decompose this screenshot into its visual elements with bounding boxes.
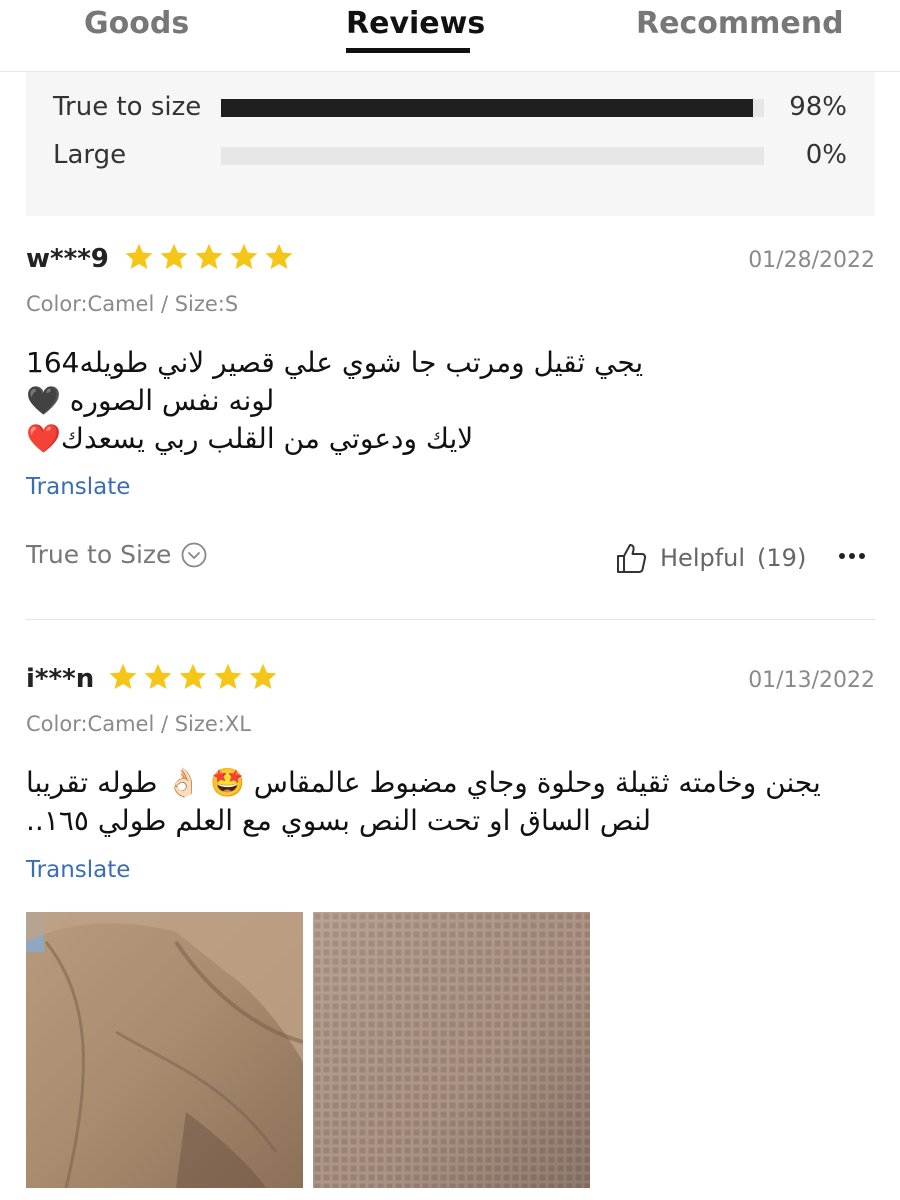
reviewer-name: i***n bbox=[26, 664, 95, 694]
review-photos bbox=[26, 912, 590, 1188]
star-icon bbox=[230, 243, 258, 269]
size-fit-dropdown[interactable]: True to Size bbox=[26, 540, 207, 569]
review-text: يجي ثقيل ومرتب جا شوي علي قصير لاني طويل… bbox=[26, 344, 846, 458]
review-photo[interactable] bbox=[26, 912, 303, 1188]
review-text-line: لنص الساق او تحت النص بسوي مع العلم طولي… bbox=[26, 804, 651, 837]
active-tab-indicator bbox=[346, 48, 470, 53]
review-variant: Color:Camel / Size:S bbox=[26, 292, 239, 316]
garment-photo-image bbox=[26, 912, 303, 1188]
fit-bar-fill bbox=[221, 99, 754, 117]
star-icon bbox=[109, 663, 137, 689]
helpful-button[interactable]: Helpful (19) bbox=[614, 538, 806, 578]
review-text-line: يجي ثقيل ومرتب جا شوي علي قصير لاني طويل… bbox=[26, 346, 644, 379]
helpful-label: Helpful bbox=[660, 544, 746, 572]
star-icon bbox=[265, 243, 293, 269]
size-fit-label: True to Size bbox=[26, 540, 172, 569]
review-variant: Color:Camel / Size:XL bbox=[26, 712, 251, 736]
reviewer-name: w***9 bbox=[26, 244, 109, 274]
tab-bar: Goods Reviews Recommend bbox=[0, 0, 900, 72]
fit-bar-track bbox=[221, 99, 764, 117]
review-date: 01/13/2022 bbox=[748, 668, 875, 693]
review-date: 01/28/2022 bbox=[748, 248, 875, 273]
review-footer: True to Size Helpful (19) bbox=[26, 538, 875, 578]
more-options-icon[interactable] bbox=[837, 544, 867, 568]
tab-reviews[interactable]: Reviews bbox=[346, 6, 485, 41]
star-icon bbox=[160, 243, 188, 269]
fit-label: Large bbox=[53, 140, 127, 170]
translate-link[interactable]: Translate bbox=[26, 857, 130, 883]
fit-row-large: Large 0% bbox=[26, 136, 875, 176]
review-text-line: لونه نفس الصوره 🖤 bbox=[26, 384, 275, 417]
star-icon bbox=[195, 243, 223, 269]
fit-row-true-to-size: True to size 98% bbox=[26, 88, 875, 128]
star-icon bbox=[214, 663, 242, 689]
tab-goods[interactable]: Goods bbox=[84, 6, 189, 41]
tab-recommend[interactable]: Recommend bbox=[636, 6, 844, 41]
thumbs-up-icon bbox=[617, 544, 647, 573]
review-text-line: يجنن وخامته ثقيلة وحلوة وجاي مضبوط عالمق… bbox=[26, 766, 821, 799]
chevron-down-circle-icon bbox=[182, 542, 207, 567]
fit-bar-track bbox=[221, 147, 764, 165]
fabric-closeup-image bbox=[313, 912, 590, 1188]
helpful-count: (19) bbox=[757, 544, 807, 572]
star-icon bbox=[249, 663, 277, 689]
review-card: i***n 01/13/2022 Color:Camel / Size:XL ي… bbox=[26, 660, 875, 1200]
star-rating bbox=[124, 242, 294, 276]
fit-percent: 0% bbox=[805, 140, 847, 170]
star-icon bbox=[144, 663, 172, 689]
star-icon bbox=[125, 243, 153, 269]
star-rating bbox=[108, 662, 278, 696]
size-fit-summary: True to size 98% Large 0% bbox=[26, 72, 875, 216]
review-photo[interactable] bbox=[313, 912, 590, 1188]
review-text: يجنن وخامته ثقيلة وحلوة وجاي مضبوط عالمق… bbox=[26, 764, 846, 840]
fit-percent: 98% bbox=[789, 92, 847, 122]
fit-label: True to size bbox=[53, 92, 202, 122]
review-text-line: لايك ودعوتي من القلب ربي يسعدك❤️ bbox=[26, 422, 474, 455]
star-icon bbox=[179, 663, 207, 689]
review-card: w***9 01/28/2022 Color:Camel / Size:S يج… bbox=[26, 240, 875, 620]
translate-link[interactable]: Translate bbox=[26, 474, 130, 500]
